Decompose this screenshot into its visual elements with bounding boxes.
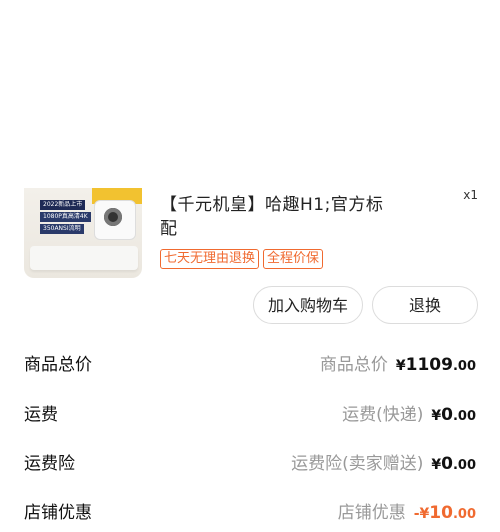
- image-tag-resolution: 1080P真高清4K: [40, 212, 91, 222]
- currency-symbol: ¥: [431, 457, 442, 473]
- summary-label: 运费险: [24, 454, 75, 474]
- product-image[interactable]: 2022新品上市 1080P真高清4K 350ANSI流明: [24, 188, 142, 278]
- image-mat: [30, 246, 138, 270]
- summary-label: 运费: [24, 405, 58, 425]
- order-item-card: 2022新品上市 1080P真高清4K 350ANSI流明 【千元机皇】哈趣H1…: [0, 188, 500, 532]
- currency-symbol: ¥: [395, 358, 406, 374]
- summary-detail: 运费(快递): [342, 405, 424, 425]
- summary-row-shipping-insurance: 运费险 运费险(卖家赠送) ¥0.00: [0, 441, 500, 481]
- image-tag-brightness: 350ANSI流明: [40, 224, 84, 234]
- summary-amount: -¥10.00: [414, 503, 476, 523]
- summary-label: 商品总价: [24, 355, 92, 375]
- product-quantity: x1: [463, 188, 478, 202]
- badge-seven-day-return: 七天无理由退换: [160, 249, 260, 269]
- amount-integer: 10: [429, 503, 453, 523]
- amount-decimal: .00: [452, 409, 476, 424]
- summary-value: 店铺优惠 -¥10.00: [338, 498, 476, 523]
- amount-integer: 0: [441, 405, 453, 425]
- service-badges: 七天无理由退换 全程价保: [160, 249, 324, 269]
- summary-amount: ¥1109.00: [396, 355, 476, 375]
- top-blank-area: [0, 0, 500, 188]
- currency-symbol: ¥: [431, 408, 442, 424]
- image-tag-new: 2022新品上市: [40, 200, 86, 210]
- summary-value: 运费(快递) ¥0.00: [342, 400, 476, 425]
- summary-amount: ¥0.00: [431, 454, 476, 474]
- currency-symbol: -¥: [413, 506, 430, 522]
- product-title[interactable]: 【千元机皇】哈趣H1;官方标配: [160, 193, 400, 241]
- summary-row-store-discount: 店铺优惠 店铺优惠 -¥10.00: [0, 490, 500, 530]
- amount-decimal: .00: [452, 458, 476, 473]
- badge-price-protection: 全程价保: [263, 249, 324, 269]
- summary-label: 店铺优惠: [24, 503, 92, 523]
- add-to-cart-button[interactable]: 加入购物车: [253, 286, 363, 324]
- image-lens: [104, 208, 122, 226]
- amount-decimal: .00: [452, 359, 476, 374]
- summary-amount: ¥0.00: [431, 405, 476, 425]
- summary-row-goods-total: 商品总价 商品总价 ¥1109.00: [0, 342, 500, 382]
- summary-value: 运费险(卖家赠送) ¥0.00: [291, 449, 476, 474]
- amount-integer: 1109: [405, 355, 453, 375]
- amount-decimal: .00: [452, 507, 476, 522]
- amount-integer: 0: [441, 454, 453, 474]
- summary-detail: 店铺优惠: [337, 503, 406, 523]
- return-exchange-button[interactable]: 退换: [372, 286, 478, 324]
- summary-row-shipping: 运费 运费(快递) ¥0.00: [0, 392, 500, 432]
- summary-value: 商品总价 ¥1109.00: [320, 350, 476, 375]
- summary-detail: 商品总价: [319, 355, 388, 375]
- summary-detail: 运费险(卖家赠送): [291, 454, 424, 474]
